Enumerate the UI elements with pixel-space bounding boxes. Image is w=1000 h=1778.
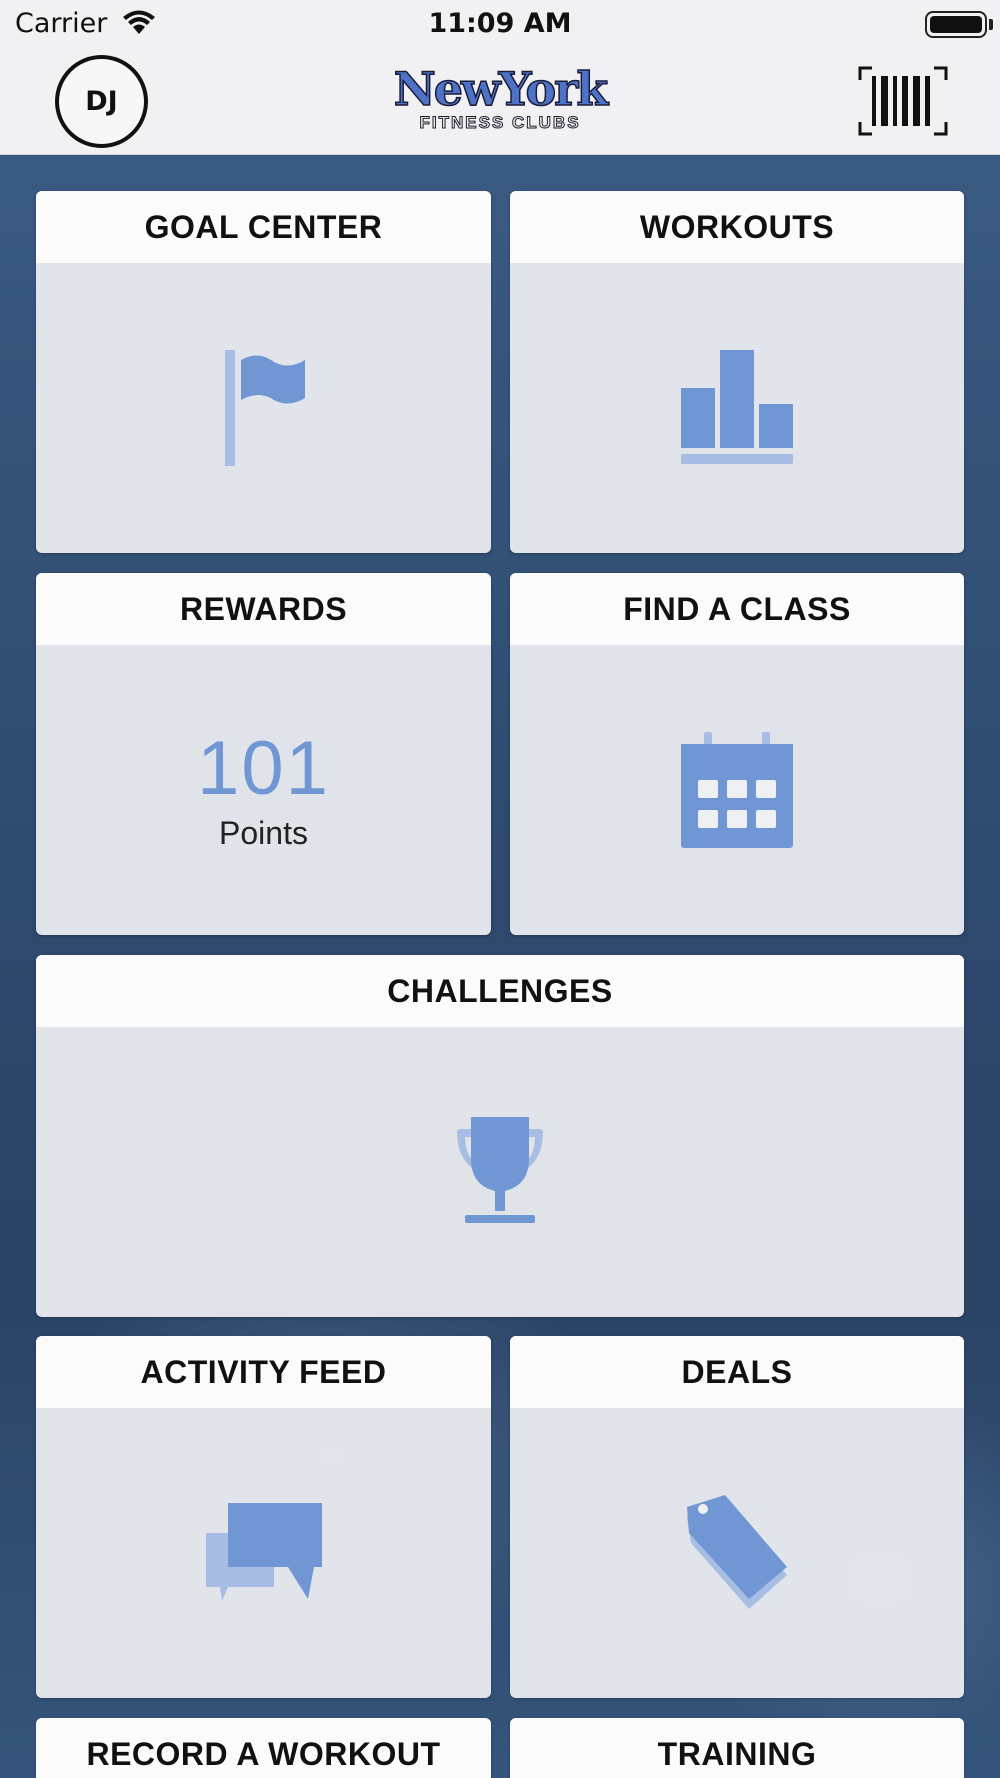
new-york-fitness-clubs-logo: NewYork FITNESS CLUBS	[373, 62, 627, 136]
tile-title: TRAINING	[510, 1718, 964, 1778]
tile-title: WORKOUTS	[510, 191, 964, 263]
battery-icon	[925, 11, 987, 38]
find-a-class-tile[interactable]: FIND A CLASS	[510, 573, 964, 935]
bar-chart-icon	[681, 350, 793, 464]
training-tile[interactable]: TRAINING	[510, 1718, 964, 1778]
record-a-workout-tile[interactable]: RECORD A WORKOUT	[36, 1718, 491, 1778]
tile-title: GOAL CENTER	[36, 191, 491, 263]
rewards-points-value: 101	[197, 725, 330, 811]
tile-title: FIND A CLASS	[510, 573, 964, 645]
tag-icon	[687, 1495, 787, 1609]
tile-title: ACTIVITY FEED	[36, 1336, 491, 1408]
activity-feed-tile[interactable]: ACTIVITY FEED	[36, 1336, 491, 1698]
challenges-tile[interactable]: CHALLENGES	[36, 955, 964, 1317]
tile-title: REWARDS	[36, 573, 491, 645]
rewards-points-label: Points	[219, 814, 308, 851]
chat-bubbles-icon	[205, 1503, 322, 1601]
logo-main-text: NewYork	[393, 62, 609, 116]
goal-center-tile[interactable]: GOAL CENTER	[36, 191, 491, 553]
battery-tip	[989, 19, 993, 30]
barcode-scan-icon[interactable]	[858, 66, 948, 136]
status-time: 11:09 AM	[428, 8, 572, 39]
workouts-tile[interactable]: WORKOUTS	[510, 191, 964, 553]
trophy-icon	[457, 1117, 543, 1223]
status-bar: Carrier 11:09 AM	[0, 0, 1000, 50]
rewards-tile[interactable]: REWARDS 101 Points	[36, 573, 491, 935]
tile-title: DEALS	[510, 1336, 964, 1408]
deals-tile[interactable]: DEALS	[510, 1336, 964, 1698]
app-header: DJ NewYork FITNESS CLUBS	[0, 50, 1000, 155]
flag-icon	[224, 350, 305, 466]
calendar-icon	[681, 732, 793, 848]
logo-sub-text: FITNESS CLUBS	[419, 113, 581, 132]
profile-avatar-button[interactable]: DJ	[55, 55, 148, 148]
tile-title: CHALLENGES	[36, 955, 964, 1027]
tile-title: RECORD A WORKOUT	[36, 1718, 491, 1778]
